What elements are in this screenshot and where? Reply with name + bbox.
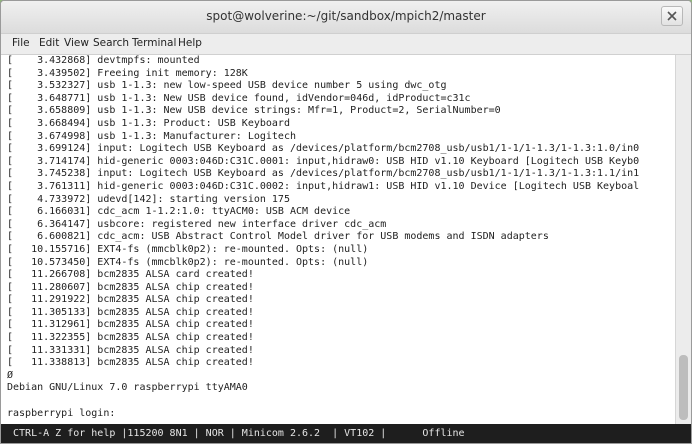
window-title: spot@wolverine:~/git/sandbox/mpich2/mast… [206, 9, 486, 23]
terminal-line: [ 3.439502] Freeing init memory: 128K [7, 67, 248, 79]
terminal-line: [ 6.600821] cdc_acm: USB Abstract Contro… [7, 231, 549, 243]
menu-view[interactable]: View [64, 37, 89, 49]
terminal-line: [ 3.658809] usb 1-1.3: New USB device st… [7, 105, 501, 117]
terminal-line: [ 11.331331] bcm2835 ALSA chip created! [7, 344, 254, 356]
terminal-line: [ 11.266708] bcm2835 ALSA card created! [7, 269, 254, 281]
terminal-line: [ 11.305133] bcm2835 ALSA chip created! [7, 306, 254, 318]
terminal-line: [ 3.648771] usb 1-1.3: New USB device fo… [7, 92, 471, 104]
terminal-line: [ 6.166031] cdc_acm 1-1.2:1.0: ttyACM0: … [7, 206, 351, 218]
terminal-line: [ 3.674998] usb 1-1.3: Manufacturer: Log… [7, 130, 296, 142]
terminal-line: [ 11.291922] bcm2835 ALSA chip created! [7, 294, 254, 306]
terminal-line: [ 3.532327] usb 1-1.3: new low-speed USB… [7, 80, 447, 92]
terminal-line: [ 3.699124] input: Logitech USB Keyboard… [7, 143, 640, 155]
terminal-output[interactable]: [ 3.432868] devtmpfs: mounted[ 3.439502]… [1, 55, 674, 424]
terminal-line: [ 3.761311] hid-generic 0003:046D:C31C.0… [7, 180, 640, 192]
menu-help[interactable]: Help [178, 37, 202, 49]
terminal-lines: [ 3.432868] devtmpfs: mounted[ 3.439502]… [7, 55, 639, 420]
menu-terminal[interactable]: Terminal [132, 37, 176, 49]
terminal-line: [ 4.733972] udevd[142]: starting version… [7, 193, 290, 205]
terminal-window: spot@wolverine:~/git/sandbox/mpich2/mast… [0, 0, 692, 444]
terminal-line: [ 3.668494] usb 1-1.3: Product: USB Keyb… [7, 117, 290, 129]
terminal-line: [ 3.714174] hid-generic 0003:046D:C31C.0… [7, 155, 640, 167]
terminal-line: raspberrypi login: [7, 407, 122, 419]
menu-edit[interactable]: Edit [39, 37, 59, 49]
terminal-line: Debian GNU/Linux 7.0 raspberrypi ttyAMA0 [7, 382, 248, 394]
terminal-line: [ 11.338813] bcm2835 ALSA chip created! [7, 357, 254, 369]
vertical-scrollbar[interactable] [675, 55, 691, 424]
terminal-line: [ 10.573450] EXT4-fs (mmcblk0p2): re-mou… [7, 256, 369, 268]
terminal-line: [ 11.280607] bcm2835 ALSA chip created! [7, 281, 254, 293]
menu-search[interactable]: Search [93, 37, 129, 49]
terminal-line: [ 3.745238] input: Logitech USB Keyboard… [7, 168, 640, 180]
terminal-line: Ø [7, 369, 14, 381]
terminal-line: [ 3.432868] devtmpfs: mounted [7, 55, 200, 66]
close-button[interactable] [661, 6, 683, 26]
minicom-status-bar: CTRL-A Z for help |115200 8N1 | NOR | Mi… [1, 424, 691, 443]
close-icon [667, 11, 677, 21]
terminal-line: [ 11.312961] bcm2835 ALSA chip created! [7, 319, 254, 331]
terminal-line: [ 6.364147] usbcore: registered new inte… [7, 218, 387, 230]
menu-file[interactable]: File [12, 37, 30, 49]
terminal-line: [ 11.322355] bcm2835 ALSA chip created! [7, 332, 254, 344]
title-bar[interactable]: spot@wolverine:~/git/sandbox/mpich2/mast… [1, 1, 691, 34]
status-text: CTRL-A Z for help |115200 8N1 | NOR | Mi… [7, 428, 465, 439]
terminal-line: [ 10.155716] EXT4-fs (mmcblk0p2): re-mou… [7, 243, 369, 255]
scrollbar-thumb[interactable] [679, 355, 688, 420]
menu-bar: File Edit View Search Terminal Help [1, 34, 691, 55]
